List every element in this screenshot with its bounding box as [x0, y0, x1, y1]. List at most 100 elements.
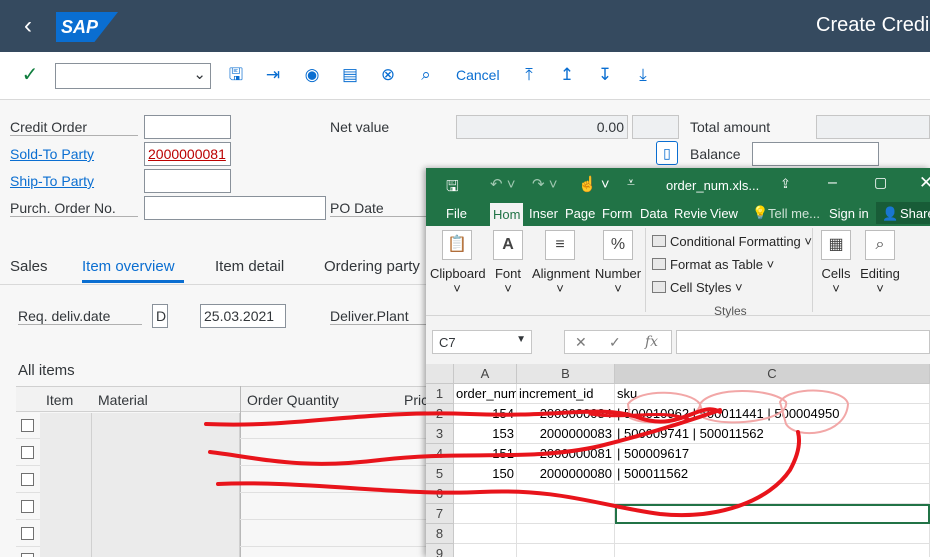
search-icon[interactable]: ⌕ — [415, 64, 437, 86]
row-select-checkbox[interactable] — [21, 473, 34, 486]
cell-styles-button[interactable]: Cell Styles ˅ — [652, 280, 743, 295]
row-header[interactable]: 2 — [426, 404, 454, 424]
alignment-group[interactable]: ≡ Alignment ˅ — [532, 230, 590, 296]
display-icon[interactable]: ◉ — [301, 64, 323, 86]
name-box[interactable]: C7 ▼ — [432, 330, 532, 354]
cancel-button[interactable]: Cancel — [456, 67, 500, 83]
cell-a[interactable]: 150 — [454, 464, 517, 484]
row-header[interactable]: 5 — [426, 464, 454, 484]
touch-mode-icon[interactable]: ☝ ˅ — [578, 175, 610, 193]
cell-b[interactable] — [517, 484, 615, 504]
ribbon-tab-insert[interactable]: Inser — [529, 206, 558, 221]
cell-a[interactable]: 154 — [454, 404, 517, 424]
row-header[interactable]: 4 — [426, 444, 454, 464]
cell-a[interactable]: order_num — [454, 384, 517, 404]
req-deliv-unit[interactable]: D — [152, 304, 168, 328]
first-icon[interactable]: ⤒ — [518, 64, 540, 86]
insert-function-icon[interactable]: fx — [645, 331, 658, 353]
row-header[interactable]: 3 — [426, 424, 454, 444]
row-select-checkbox[interactable] — [21, 553, 34, 557]
back-icon[interactable]: ‹ — [14, 12, 42, 40]
tab-ordering-party[interactable]: Ordering party — [324, 258, 420, 275]
number-group[interactable]: % Number ˅ — [594, 230, 642, 296]
cell-b[interactable] — [517, 544, 615, 557]
material-column-cells[interactable] — [92, 413, 240, 557]
row-select-checkbox[interactable] — [21, 500, 34, 513]
close-icon[interactable]: ✕ — [919, 173, 930, 193]
cell-c[interactable] — [615, 544, 930, 557]
close-circle-icon[interactable]: ⊗ — [377, 64, 399, 86]
row-header[interactable]: 6 — [426, 484, 454, 504]
font-group[interactable]: A Font ˅ — [490, 230, 526, 296]
ribbon-tab-home[interactable]: Hom — [490, 203, 524, 226]
save-icon[interactable]: 🖫 — [446, 176, 459, 201]
row-header[interactable]: 7 — [426, 504, 454, 524]
sign-in-link[interactable]: Sign in — [829, 206, 869, 221]
redo-icon[interactable]: ↷ ˅ — [532, 175, 558, 193]
minimize-icon[interactable]: – — [828, 174, 837, 192]
cell-b[interactable]: 2000000084 — [517, 404, 615, 424]
cell-c[interactable] — [615, 504, 930, 524]
cell-b[interactable] — [517, 524, 615, 544]
cell-a[interactable]: 153 — [454, 424, 517, 444]
document-icon[interactable]: ▯ — [656, 141, 678, 165]
cell-a[interactable]: 151 — [454, 444, 517, 464]
balance-input[interactable] — [752, 142, 879, 166]
cell-a[interactable] — [454, 524, 517, 544]
row-header[interactable]: 9 — [426, 544, 454, 557]
ribbon-tab-file[interactable]: File — [446, 206, 467, 221]
row-select-checkbox[interactable] — [21, 527, 34, 540]
undo-icon[interactable]: ↶ ˅ — [490, 175, 516, 193]
col-price[interactable]: Pric — [404, 392, 428, 408]
clipboard-group[interactable]: 📋 Clipboard ˅ — [430, 230, 486, 296]
cell-c[interactable]: | 500009617 — [615, 444, 930, 464]
conditional-formatting-button[interactable]: Conditional Formatting ˅ — [652, 234, 812, 249]
ribbon-tab-page[interactable]: Page — [565, 206, 595, 221]
col-material[interactable]: Material — [98, 392, 148, 408]
editing-group[interactable]: ⌕ Editing ˅ — [858, 230, 902, 296]
maximize-icon[interactable]: ▢ — [874, 174, 887, 191]
confirm-entry-icon[interactable]: ✓ — [609, 331, 621, 353]
cell-a[interactable] — [454, 544, 517, 557]
cell-c[interactable]: | 500011562 — [615, 464, 930, 484]
ribbon-tab-view[interactable]: View — [710, 206, 738, 221]
tell-me-search[interactable]: Tell me... — [768, 206, 820, 221]
col-order-quantity[interactable]: Order Quantity — [247, 392, 339, 408]
tab-item-overview[interactable]: Item overview — [82, 258, 175, 275]
save-icon[interactable]: 🖫 — [225, 64, 247, 86]
customize-quick-access-icon[interactable]: ⩡ — [627, 174, 635, 191]
ship-to-input[interactable] — [144, 169, 231, 193]
cell-b[interactable]: 2000000080 — [517, 464, 615, 484]
ribbon-tab-formulas[interactable]: Form — [602, 206, 632, 221]
item-column-cells[interactable] — [40, 413, 92, 557]
ribbon-tab-data[interactable]: Data — [640, 206, 667, 221]
format-as-table-button[interactable]: Format as Table ˅ — [652, 257, 774, 272]
cell-b[interactable]: 2000000081 — [517, 444, 615, 464]
sold-to-label[interactable]: Sold-To Party — [10, 146, 94, 162]
fetch-icon[interactable]: ⇥ — [262, 64, 284, 86]
cancel-entry-icon[interactable]: ✕ — [575, 331, 587, 353]
row-select-checkbox[interactable] — [21, 446, 34, 459]
document-icon[interactable]: ▤ — [339, 64, 361, 86]
cell-b[interactable]: increment_id — [517, 384, 615, 404]
formula-bar-input[interactable] — [676, 330, 930, 354]
column-header-b[interactable]: B — [517, 364, 615, 384]
last-icon[interactable]: ⤓ — [632, 64, 654, 86]
cells-group[interactable]: ▦ Cells ˅ — [818, 230, 854, 296]
cell-b[interactable] — [517, 504, 615, 524]
cell-b[interactable]: 2000000083 — [517, 424, 615, 444]
col-item[interactable]: Item — [46, 392, 73, 408]
req-deliv-date[interactable]: 25.03.2021 — [200, 304, 286, 328]
credit-order-input[interactable] — [144, 115, 231, 139]
cell-c[interactable] — [615, 524, 930, 544]
sold-to-input[interactable]: 2000000081 — [144, 142, 231, 166]
cell-c[interactable]: | 500009741 | 500011562 — [615, 424, 930, 444]
ribbon-tab-review[interactable]: Revie — [674, 206, 707, 221]
cell-c[interactable]: sku — [615, 384, 930, 404]
purch-order-input[interactable] — [144, 196, 326, 220]
check-icon[interactable]: ✓ — [19, 64, 41, 86]
ship-to-label[interactable]: Ship-To Party — [10, 173, 94, 189]
tab-item-detail[interactable]: Item detail — [215, 258, 284, 275]
column-header-a[interactable]: A — [454, 364, 517, 384]
row-select-checkbox[interactable] — [21, 419, 34, 432]
